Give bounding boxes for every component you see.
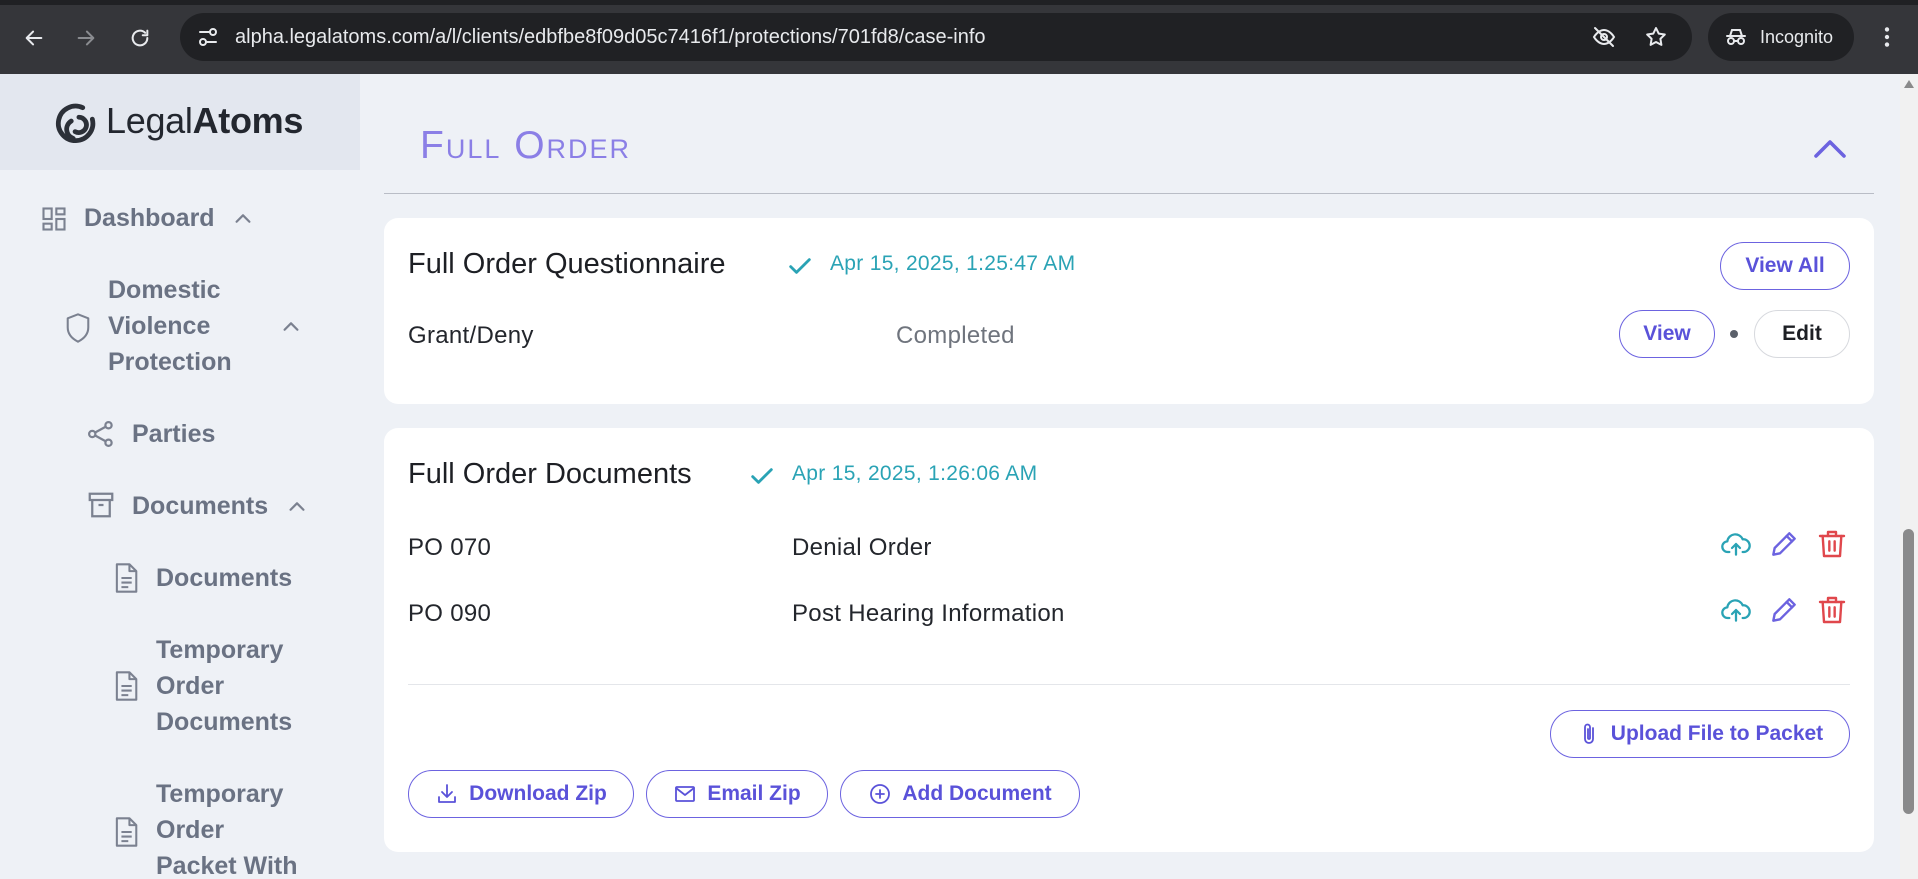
- main-content: Full Order Full Order Questionnaire Apr …: [360, 74, 1900, 879]
- scroll-up-arrow-icon[interactable]: [1904, 80, 1914, 88]
- upload-file-to-packet-button[interactable]: Upload File to Packet: [1550, 710, 1850, 758]
- document-name: Denial Order: [792, 534, 932, 561]
- button-label: Upload File to Packet: [1610, 722, 1824, 745]
- sidebar: LegalAtoms Dashboard Domestic Violence P…: [0, 74, 360, 879]
- logo[interactable]: LegalAtoms: [0, 74, 360, 170]
- url-text[interactable]: alpha.legalatoms.com/a/l/clients/edbfbe8…: [235, 26, 986, 49]
- card-title: Full Order Questionnaire: [408, 248, 726, 280]
- back-button[interactable]: [16, 20, 52, 56]
- questionnaire-name: Grant/Deny: [408, 322, 534, 349]
- check-icon: [751, 468, 773, 484]
- cloud-upload-icon[interactable]: [1720, 528, 1752, 560]
- card-divider: [408, 684, 1850, 685]
- chevron-up-icon[interactable]: [1808, 130, 1852, 166]
- button-label: Email Zip: [707, 782, 801, 805]
- card-title: Full Order Documents: [408, 458, 692, 490]
- trash-icon[interactable]: [1816, 528, 1848, 560]
- arrow-right-icon: [77, 30, 95, 46]
- button-label: Add Document: [902, 782, 1052, 805]
- incognito-indicator[interactable]: Incognito: [1708, 13, 1854, 61]
- document-name: Post Hearing Information: [792, 600, 1065, 627]
- pencil-icon[interactable]: [1768, 528, 1800, 560]
- shield-icon: [64, 312, 92, 344]
- logo-text: LegalAtoms: [106, 100, 304, 141]
- sidebar-item-label: Domestic: [108, 276, 221, 304]
- address-bar[interactable]: alpha.legalatoms.com/a/l/clients/edbfbe8…: [180, 13, 1692, 61]
- sidebar-item-label: Protection: [108, 348, 232, 376]
- document-code: PO 090: [408, 600, 492, 627]
- trash-icon[interactable]: [1816, 594, 1848, 626]
- separator-dot: [1730, 330, 1738, 338]
- email-icon: [675, 786, 696, 802]
- sidebar-item-label: Documents: [156, 564, 293, 592]
- cloud-upload-icon[interactable]: [1720, 594, 1752, 626]
- reload-icon: [131, 29, 149, 47]
- download-zip-button[interactable]: Download Zip: [408, 770, 634, 818]
- section-title: Full Order: [420, 124, 632, 167]
- sidebar-item-label: Order: [156, 672, 225, 700]
- sidebar-item-label: Temporary: [156, 636, 284, 664]
- chevron-up-icon[interactable]: [286, 496, 308, 518]
- legalatoms-logo-icon: [55, 103, 96, 144]
- document-code: PO 070: [408, 534, 492, 561]
- browser-toolbar: alpha.legalatoms.com/a/l/clients/edbfbe8…: [0, 0, 1918, 74]
- add-document-button[interactable]: Add Document: [840, 770, 1080, 818]
- documents-card: Full Order Documents Apr 15, 2025, 1:26:…: [384, 428, 1874, 852]
- archive-icon: [86, 490, 116, 520]
- pencil-icon[interactable]: [1768, 594, 1800, 626]
- sidebar-item-label: Parties: [132, 420, 216, 448]
- star-icon[interactable]: [1644, 25, 1668, 49]
- arrow-left-icon: [25, 30, 43, 46]
- chevron-up-icon[interactable]: [280, 316, 302, 338]
- scrollbar-thumb[interactable]: [1903, 529, 1914, 814]
- tab-strip: [0, 0, 1918, 5]
- check-icon: [789, 258, 811, 274]
- questionnaire-card: Full Order Questionnaire Apr 15, 2025, 1…: [384, 218, 1874, 404]
- site-settings-icon[interactable]: [196, 25, 220, 49]
- download-icon: [438, 784, 457, 803]
- section-divider: [384, 193, 1874, 194]
- view-button[interactable]: View: [1619, 310, 1715, 358]
- incognito-label: Incognito: [1760, 26, 1834, 47]
- sidebar-item-label: Documents: [156, 708, 293, 736]
- forward-button[interactable]: [68, 20, 104, 56]
- button-label: Download Zip: [469, 782, 607, 805]
- sidebar-item-label: Order: [156, 816, 225, 844]
- timestamp: Apr 15, 2025, 1:25:47 AM: [830, 252, 1076, 275]
- share-nodes-icon: [86, 419, 116, 449]
- sidebar-item-label: Packet With: [156, 852, 298, 879]
- file-icon: [112, 670, 140, 702]
- paperclip-icon: [1583, 723, 1594, 744]
- sidebar-item-label: Dashboard: [84, 204, 215, 232]
- questionnaire-status: Completed: [896, 322, 1015, 349]
- grid-icon: [40, 205, 68, 233]
- sidebar-item-label: Temporary: [156, 780, 284, 808]
- file-icon: [112, 816, 140, 848]
- timestamp: Apr 15, 2025, 1:26:06 AM: [792, 462, 1038, 485]
- email-zip-button[interactable]: Email Zip: [646, 770, 828, 818]
- chevron-up-icon[interactable]: [232, 208, 254, 230]
- more-vert-icon[interactable]: [1874, 24, 1900, 50]
- plus-circle-icon: [870, 784, 891, 804]
- file-icon: [112, 562, 140, 594]
- sidebar-item-label: Violence: [108, 312, 211, 340]
- incognito-icon: [1726, 29, 1746, 45]
- edit-button[interactable]: Edit: [1754, 310, 1850, 358]
- view-all-button[interactable]: View All: [1720, 242, 1850, 290]
- scrollbar[interactable]: [1900, 74, 1918, 879]
- reload-button[interactable]: [122, 20, 158, 56]
- eye-off-icon[interactable]: [1592, 25, 1616, 49]
- sidebar-item-label: Documents: [132, 492, 269, 520]
